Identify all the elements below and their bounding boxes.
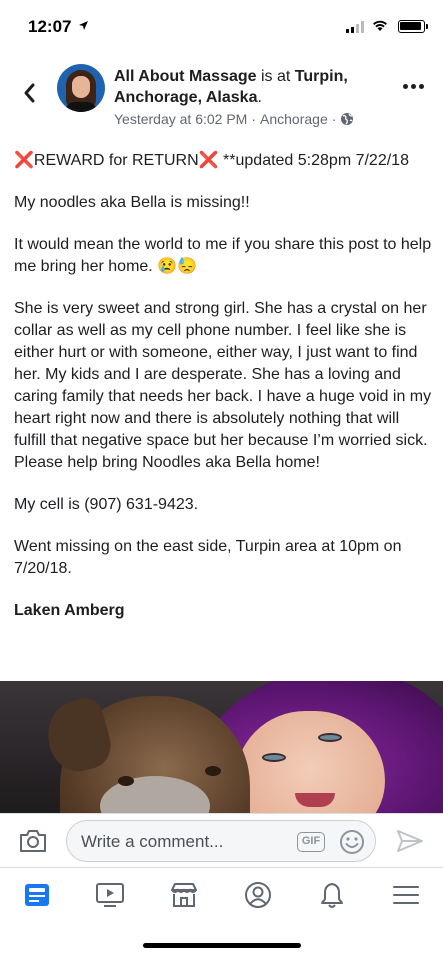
send-icon[interactable] (395, 828, 425, 854)
status-time: 12:07 (28, 17, 72, 36)
more-options-icon[interactable] (403, 84, 425, 92)
location-arrow-icon (79, 21, 88, 30)
emoji-icon[interactable] (339, 829, 365, 855)
meta-separator: · (331, 111, 337, 127)
page-name-link[interactable]: All About Massage (114, 68, 257, 85)
reward-line: ❌REWARD for RETURN❌ **updated 5:28pm 7/2… (14, 150, 432, 172)
hamburger-menu-icon (393, 886, 419, 904)
post-meta: Yesterday at 6:02 PM · Anchorage · (114, 111, 384, 127)
post-paragraph: My noodles aka Bella is missing!! (14, 194, 250, 211)
tab-watch[interactable] (93, 878, 127, 912)
post-paragraph: It would mean the world to me if you sha… (14, 234, 432, 278)
globe-icon (341, 113, 354, 125)
comment-bar: Write a comment... GIF (0, 813, 443, 867)
avatar[interactable] (57, 64, 105, 112)
tab-notifications[interactable] (315, 878, 349, 912)
post-signature: Laken Amberg (14, 602, 125, 619)
share-request-text: It would mean the world to me if you sha… (14, 236, 432, 275)
back-arrow-icon[interactable] (18, 78, 42, 108)
post-paragraph: My cell is (907) 631-9423. (14, 496, 199, 513)
updated-text: **updated 5:28pm 7/22/18 (218, 152, 409, 169)
cellular-signal-icon (346, 21, 364, 33)
bell-icon (321, 883, 343, 908)
meta-separator: · (251, 111, 257, 127)
status-bar: 12:07 (0, 0, 443, 52)
gif-icon[interactable]: GIF (297, 832, 325, 852)
tab-marketplace[interactable] (167, 878, 201, 912)
tab-menu[interactable] (389, 878, 423, 912)
cross-mark-icon: ❌ (198, 152, 219, 169)
post-photo[interactable] (0, 681, 443, 813)
camera-icon[interactable] (18, 828, 48, 854)
title-period: . (257, 89, 262, 106)
news-feed-icon (25, 884, 49, 906)
post-header: All About Massage is at Turpin, Anchorag… (0, 56, 443, 136)
post-body: ❌REWARD for RETURN❌ **updated 5:28pm 7/2… (14, 150, 432, 642)
wifi-icon (373, 20, 387, 31)
home-indicator[interactable] (143, 943, 301, 948)
post-place[interactable]: Anchorage (260, 111, 328, 127)
post-author-block: All About Massage is at Turpin, Anchorag… (114, 66, 384, 127)
marketplace-icon (171, 883, 197, 907)
cross-mark-icon: ❌ (14, 152, 34, 169)
post-timestamp[interactable]: Yesterday at 6:02 PM (114, 111, 247, 127)
post-paragraph: She is very sweet and strong girl. She h… (14, 300, 432, 471)
reward-text: REWARD for RETURN (33, 152, 199, 169)
post-paragraph: Went missing on the east side, Turpin ar… (14, 538, 402, 577)
comment-input[interactable]: Write a comment... GIF (66, 820, 376, 862)
profile-icon (245, 882, 271, 908)
watch-video-icon (96, 883, 124, 907)
tab-news-feed[interactable] (20, 878, 54, 912)
battery-icon (398, 20, 428, 33)
tab-profile[interactable] (241, 878, 275, 912)
bottom-tab-bar (0, 867, 443, 925)
comment-placeholder: Write a comment... (81, 832, 224, 851)
sad-emoji-icon: 😢😓 (157, 258, 198, 275)
post-title: All About Massage is at Turpin, Anchorag… (114, 66, 384, 108)
title-connector: is at (256, 68, 295, 85)
